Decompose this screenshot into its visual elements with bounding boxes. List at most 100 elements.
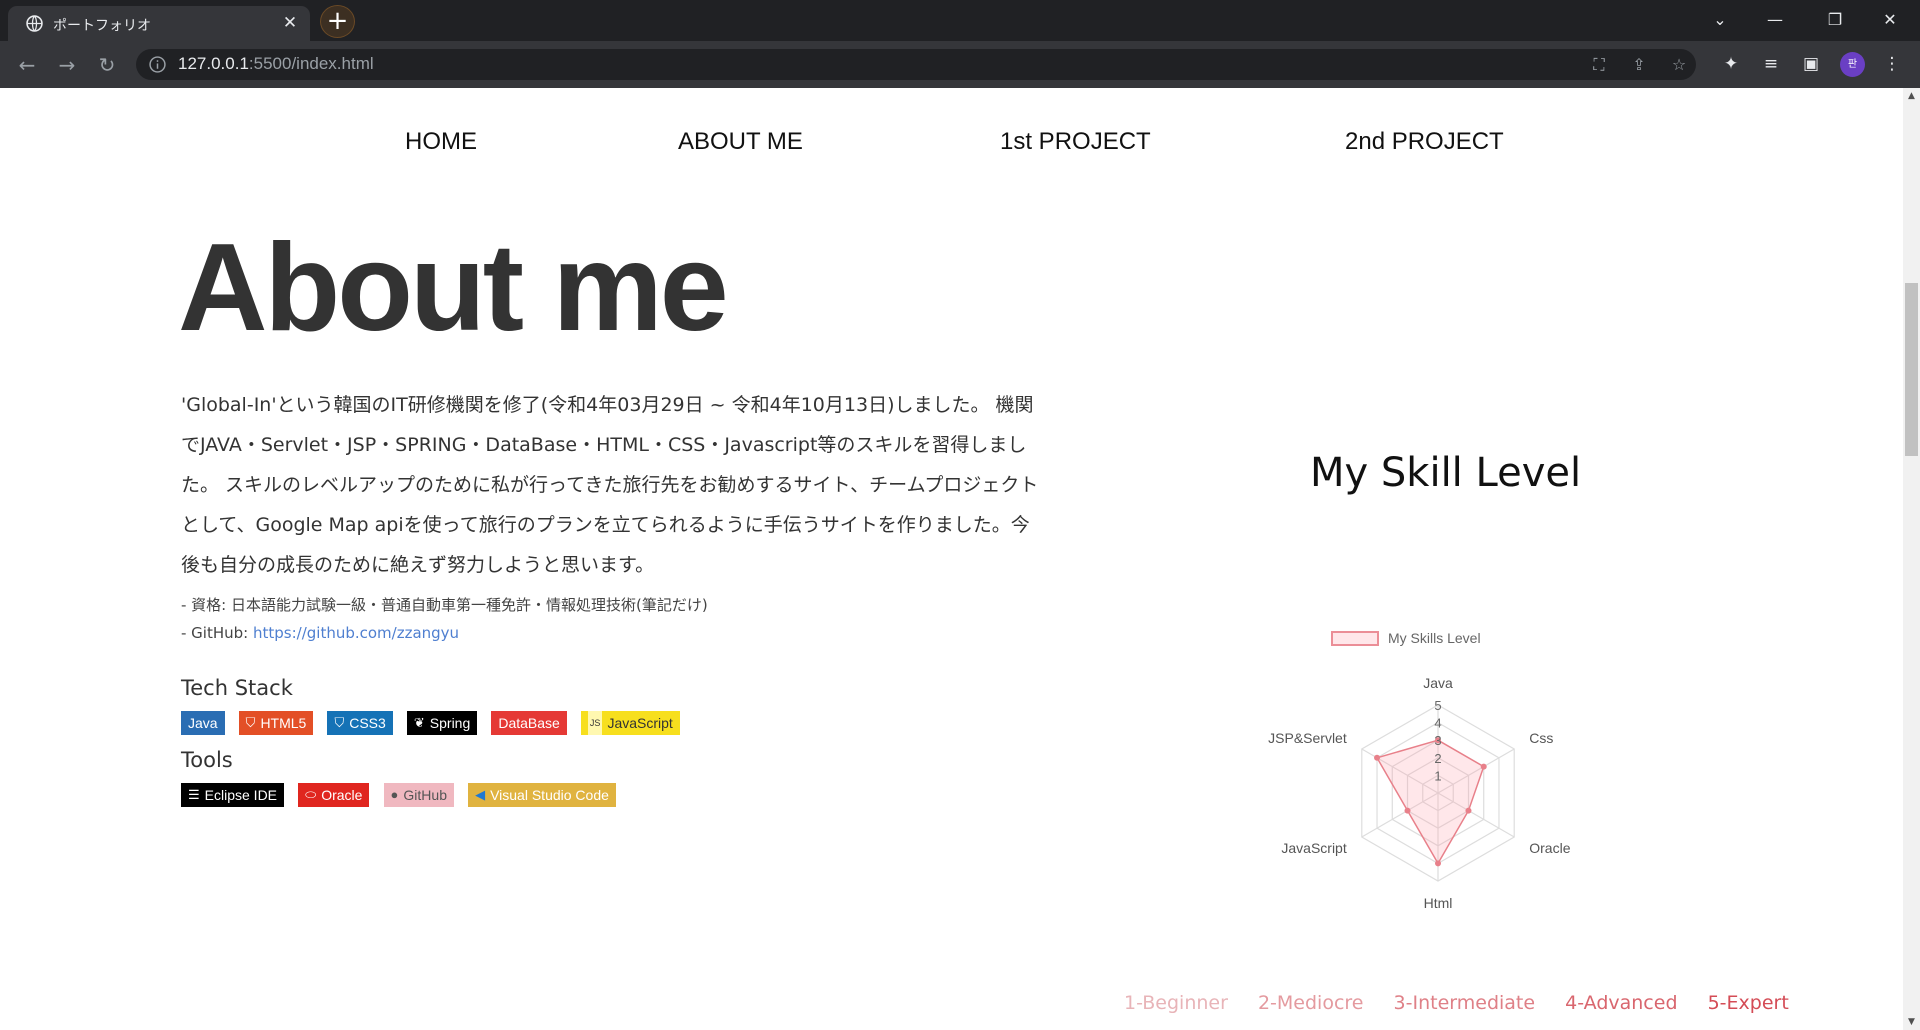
skill-chart-title: My Skill Level — [1310, 450, 1582, 496]
badge-database[interactable]: DataBase — [491, 711, 567, 735]
skill-level-legend: 1-Beginner 2-Mediocre 3-Intermediate 4-A… — [1124, 992, 1813, 1014]
radar-axis-label: Java — [1423, 675, 1453, 691]
badge-label: HTML5 — [260, 715, 307, 731]
badge-javascript[interactable]: JS JavaScript — [580, 711, 680, 735]
nav-1st-project[interactable]: 1st PROJECT — [1000, 128, 1151, 156]
url-host: 127.0.0.1 — [178, 54, 249, 73]
radar-point — [1374, 754, 1381, 761]
badge-label: Visual Studio Code — [490, 787, 609, 803]
radar-tick-label: 3 — [1434, 733, 1441, 748]
tab-close-icon[interactable]: ✕ — [280, 13, 300, 33]
minimize-icon[interactable]: — — [1755, 8, 1795, 32]
css3-icon: ⛉ — [334, 715, 345, 730]
tab-search-icon[interactable]: ⌄ — [1700, 8, 1740, 32]
reload-icon[interactable]: ↻ — [94, 52, 120, 78]
oracle-icon: ⬭ — [305, 787, 317, 802]
tools-heading: Tools — [181, 748, 233, 772]
media-control-icon[interactable]: ≡ — [1759, 52, 1783, 76]
browser-titlebar: ポートフォリオ ✕ + ⌄ — ❐ ✕ — [0, 0, 1920, 41]
badge-label: CSS3 — [349, 715, 386, 731]
level-1: 1-Beginner — [1124, 992, 1228, 1014]
github-link[interactable]: https://github.com/zzangyu — [253, 624, 459, 642]
level-5: 5-Expert — [1707, 992, 1789, 1014]
badge-label: Oracle — [321, 787, 363, 803]
badge-label: Eclipse IDE — [204, 787, 278, 803]
badge-spring[interactable]: ❦ Spring — [406, 711, 478, 735]
radar-point — [1465, 807, 1472, 814]
vscode-icon: ◀ — [475, 787, 486, 802]
github-icon: ● — [390, 787, 399, 802]
radar-tick-label: 1 — [1434, 768, 1441, 783]
globe-icon — [26, 15, 43, 32]
badge-label: DataBase — [498, 715, 560, 731]
radar-axis-label: Css — [1529, 730, 1553, 746]
url-text[interactable]: 127.0.0.1:5500/index.html — [178, 54, 374, 74]
page-scrollbar[interactable]: ▲ ▼ — [1903, 88, 1920, 1030]
radar-tick-label: 5 — [1434, 698, 1441, 713]
badge-css3[interactable]: ⛉ CSS3 — [327, 711, 393, 735]
share-icon[interactable]: ⇪ — [1629, 55, 1649, 75]
close-window-icon[interactable]: ✕ — [1870, 8, 1910, 32]
back-arrow-icon[interactable]: ← — [14, 52, 40, 78]
badge-label: JavaScript — [607, 715, 673, 731]
browser-tab[interactable]: ポートフォリオ ✕ — [8, 6, 310, 41]
level-3: 3-Intermediate — [1393, 992, 1536, 1014]
level-2: 2-Mediocre — [1257, 992, 1364, 1014]
eclipse-icon: ☰ — [188, 787, 200, 802]
badge-label: Spring — [429, 715, 471, 731]
spring-icon: ❦ — [413, 715, 425, 730]
restore-icon[interactable]: ❐ — [1815, 8, 1855, 32]
radar-point — [1480, 763, 1487, 770]
radar-axis-label: JSP&Servlet — [1268, 730, 1347, 746]
level-4: 4-Advanced — [1565, 992, 1678, 1014]
scroll-thumb[interactable] — [1905, 283, 1918, 456]
browser-toolbar: ← → ↻ 127.0.0.1:5500/index.html ⛶ ⇪ ☆ ✦ … — [0, 41, 1920, 88]
badge-eclipse[interactable]: ☰ Eclipse IDE — [181, 783, 285, 807]
nav-home[interactable]: HOME — [405, 128, 477, 156]
site-info-icon[interactable] — [149, 56, 166, 73]
badge-oracle[interactable]: ⬭ Oracle — [298, 783, 370, 807]
github-prefix: - GitHub: — [181, 624, 253, 642]
qualifications: - 資格: 日本語能力試験一級・普通自動車第一種免許・情報処理技術(筆記だけ) — [181, 596, 708, 614]
badge-github[interactable]: ● GitHub — [383, 783, 454, 807]
radar-tick-label: 4 — [1434, 716, 1441, 731]
radar-tick-label: 2 — [1434, 751, 1441, 766]
new-tab-button[interactable]: + — [320, 5, 355, 38]
plus-icon: + — [326, 6, 349, 36]
url-path: :5500/index.html — [248, 54, 374, 73]
javascript-icon: JS — [587, 711, 603, 735]
github-line: - GitHub: https://github.com/zzangyu — [181, 624, 459, 642]
nav-2nd-project[interactable]: 2nd PROJECT — [1345, 128, 1504, 156]
profile-avatar[interactable]: 판 — [1840, 52, 1865, 77]
radar-axis-label: JavaScript — [1281, 840, 1346, 856]
about-title: About me — [178, 219, 729, 357]
side-panel-icon[interactable]: ▣ — [1799, 52, 1823, 76]
nav-about-me[interactable]: ABOUT ME — [678, 128, 803, 156]
tools-badges: ☰ Eclipse IDE ⬭ Oracle ● GitHub ◀ Visual Stu… — [181, 783, 625, 807]
scroll-up-arrow-icon[interactable]: ▲ — [1907, 91, 1916, 101]
skill-radar-chart: 1 2 3 4 5 Java Css Oracle Html JavaScript JSP&Serv… — [1268, 675, 1571, 911]
scroll-down-arrow-icon[interactable]: ▼ — [1907, 1017, 1916, 1027]
radar-axis-label: Oracle — [1529, 840, 1570, 856]
badge-label: Java — [188, 715, 218, 731]
translate-icon[interactable]: ⛶ — [1589, 55, 1609, 75]
bookmark-star-icon[interactable]: ☆ — [1669, 55, 1689, 75]
badge-html5[interactable]: ⛉ HTML5 — [238, 711, 314, 735]
html5-icon: ⛉ — [245, 715, 256, 730]
badge-vscode[interactable]: ◀ Visual Studio Code — [468, 783, 616, 807]
badge-label: GitHub — [403, 787, 447, 803]
page-content: HOME ABOUT ME 1st PROJECT 2nd PROJECT Ab… — [0, 88, 1903, 1030]
radar-point — [1435, 860, 1441, 867]
tech-stack-badges: Java ⛉ HTML5 ⛉ CSS3 ❦ Spring DataBase JS Jav… — [181, 711, 689, 735]
address-bar[interactable]: 127.0.0.1:5500/index.html ⛶ ⇪ ☆ — [136, 49, 1696, 80]
radar-point — [1404, 807, 1411, 814]
badge-java[interactable]: Java — [181, 711, 225, 735]
tech-stack-heading: Tech Stack — [181, 676, 293, 700]
extensions-puzzle-icon[interactable]: ✦ — [1719, 52, 1743, 76]
tab-title: ポートフォリオ — [53, 17, 151, 33]
radar-axis-label: Html — [1424, 895, 1453, 911]
radar-series-area — [1375, 739, 1485, 865]
about-intro: 'Global-In'という韓国のIT研修機関を修了(令和4年03月29日 ~ … — [181, 394, 1039, 576]
kebab-menu-icon[interactable]: ⋮ — [1880, 52, 1904, 76]
forward-arrow-icon[interactable]: → — [54, 52, 80, 78]
